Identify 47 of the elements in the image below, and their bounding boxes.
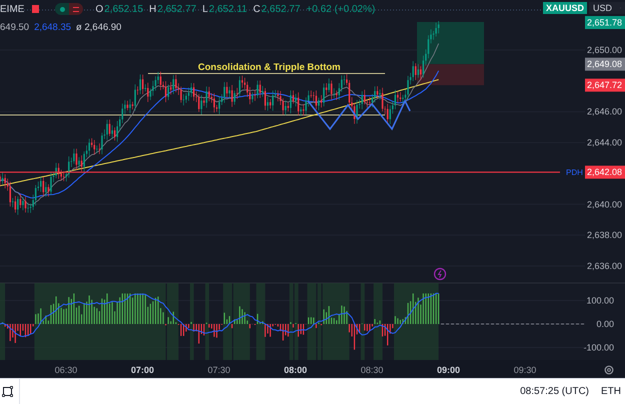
oscillator-tick: -100.00 [583,342,614,352]
ohlc-value: 2,652.77 [157,4,196,14]
symbol-title[interactable]: EIME [0,4,24,14]
ohlc-label: O [95,4,104,14]
session-label[interactable]: ETH [601,386,621,397]
oscillator-tick: 0.00 [596,319,614,329]
ohlc-value: 2,652.77 [261,4,300,14]
currency-dropdown[interactable]: USD [589,2,625,14]
ohlc-label: C [253,4,260,14]
price-tick: 2,650.00 [586,45,622,55]
price-tick: 2,646.00 [586,106,622,117]
ohlc-value: 2,652.15 [104,4,144,14]
price-label: 2,647.72 [585,78,625,92]
ohlc-label: L [202,4,208,14]
symbol-badge: XAUUSD [542,2,587,14]
time-tick: 06:30 [54,365,78,375]
ohlc-value: 2,652.11 [208,4,248,14]
indicator-value: ø 2,646.90 [76,22,122,32]
settings-icon[interactable] [604,366,614,374]
triple-bottom-drawing[interactable] [307,99,411,130]
time-tick: 09:30 [514,365,536,375]
time-tick: 09:00 [436,365,460,375]
line-tag: PDH [566,168,583,178]
profit-zone[interactable] [417,22,484,64]
indicator-value: 649.50 [0,22,30,32]
indicator-value: 2,648.35 [34,22,72,32]
price-change: +0.62 (+0.02%) [306,4,376,14]
time-tick: 08:30 [360,365,384,375]
price-label: 2,642.08 [585,166,625,179]
price-tick: 2,638.00 [586,230,622,240]
price-tick: 2,640.00 [586,199,622,210]
clock-time[interactable]: 08:57:25 (UTC) [520,386,589,397]
oscillator-tick: 100.00 [586,296,614,306]
flag-icon[interactable] [32,5,40,13]
rectangle-tool-icon[interactable] [2,386,13,397]
price-tick: 2,636.00 [586,261,622,272]
ohlc-label: H [149,4,156,14]
chart-annotation[interactable]: Consolidation & Tripple Bottom [198,62,340,73]
price-tick: 2,644.00 [586,138,622,148]
time-tick: 08:00 [284,365,308,375]
price-label: 2,649.08 [585,58,625,71]
equals-icon[interactable] [69,3,84,15]
time-tick: 07:00 [130,365,154,375]
price-label: 2,651.78 [585,16,625,30]
lightning-icon[interactable] [434,268,446,280]
time-tick: 07:30 [208,365,230,375]
stop-loss-zone[interactable] [417,64,484,86]
